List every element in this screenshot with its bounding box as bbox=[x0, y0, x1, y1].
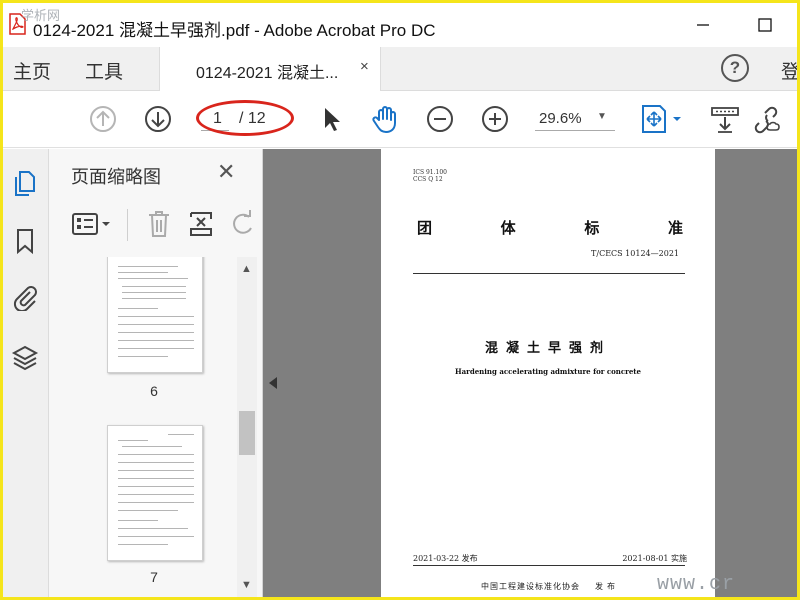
standard-heading: 团 体 标 准 bbox=[417, 217, 683, 238]
thumbnail-list: 6 7 bbox=[49, 257, 237, 597]
zoom-dropdown[interactable]: 29.6% ▼ bbox=[535, 107, 615, 131]
highlight-oval bbox=[196, 100, 294, 136]
ics-code: ICS 91.100 CCS Q 12 bbox=[413, 169, 447, 183]
title-bar: 学析网 0124-2021 混凝土早强剂.pdf - Adobe Acrobat… bbox=[3, 3, 797, 47]
select-cursor-icon[interactable] bbox=[315, 103, 347, 135]
zoom-out-icon[interactable] bbox=[424, 103, 456, 135]
heading-char: 体 bbox=[500, 219, 516, 237]
heading-char: 标 bbox=[584, 219, 600, 237]
maximize-icon[interactable] bbox=[753, 13, 777, 37]
help-button[interactable]: ? bbox=[721, 54, 749, 82]
panel-title: 页面缩略图 bbox=[71, 167, 161, 187]
document-viewer: ICS 91.100 CCS Q 12 团 体 标 准 T/CECS 10124… bbox=[263, 149, 797, 597]
chevron-up-icon[interactable]: ▲ bbox=[241, 263, 252, 275]
zoom-value: 29.6% bbox=[539, 110, 582, 127]
scrollbar-thumb[interactable] bbox=[239, 411, 255, 455]
thumbnail-page[interactable] bbox=[107, 425, 203, 561]
hand-tool-icon[interactable] bbox=[370, 103, 402, 135]
tools-menu[interactable]: 工具 bbox=[85, 57, 123, 84]
document-title: 混凝土早强剂 bbox=[484, 341, 611, 356]
pdf-page: ICS 91.100 CCS Q 12 团 体 标 准 T/CECS 10124… bbox=[381, 149, 715, 597]
collapse-panel-icon[interactable] bbox=[269, 377, 277, 389]
thumbnail-page-number: 6 bbox=[150, 383, 158, 399]
ccs-line: CCS Q 12 bbox=[413, 176, 443, 183]
rotate-icon[interactable] bbox=[227, 209, 257, 239]
thumbnails-panel: 页面缩略图 ✕ 6 7 ▲ ▼ bbox=[49, 149, 263, 597]
window-title: 0124-2021 混凝土早强剂.pdf - Adobe Acrobat Pro… bbox=[33, 21, 436, 40]
chevron-down-icon: ▼ bbox=[597, 111, 607, 122]
home-menu[interactable]: 主页 bbox=[13, 57, 51, 84]
document-tab-label: 0124-2021 混凝土... bbox=[196, 65, 339, 82]
minimize-icon[interactable] bbox=[691, 13, 715, 37]
thumbnail-page-number: 7 bbox=[150, 569, 158, 585]
thumbnail-page[interactable] bbox=[107, 257, 203, 373]
prev-page-icon[interactable] bbox=[87, 103, 119, 135]
bookmark-icon[interactable] bbox=[11, 227, 39, 255]
thumbnail-options-icon[interactable] bbox=[71, 211, 115, 239]
watermark-bottom: www.cr bbox=[657, 573, 736, 596]
implement-date: 2021-08-01 实施 bbox=[622, 554, 687, 563]
thumbnail-scrollbar[interactable]: ▲ ▼ bbox=[237, 257, 257, 597]
footer-rule bbox=[413, 565, 685, 566]
document-tab[interactable]: 0124-2021 混凝土... × bbox=[159, 47, 381, 91]
toolbar-divider bbox=[127, 209, 128, 241]
ics-line: ICS 91.100 bbox=[413, 169, 447, 176]
delete-icon[interactable] bbox=[145, 209, 173, 239]
toolbar bbox=[3, 92, 797, 148]
layers-icon[interactable] bbox=[11, 343, 39, 371]
header-rule bbox=[413, 273, 685, 274]
fit-page-icon[interactable] bbox=[639, 103, 685, 135]
zoom-in-icon[interactable] bbox=[479, 103, 511, 135]
attachment-icon[interactable] bbox=[11, 283, 39, 311]
issue-date: 2021-03-22 发布 bbox=[413, 554, 478, 563]
login-button[interactable]: 登 bbox=[781, 57, 797, 84]
standard-code: T/CECS 10124—2021 bbox=[591, 249, 679, 258]
heading-char: 团 bbox=[417, 219, 433, 237]
publisher: 中国工程建设标准化协会 bbox=[481, 582, 580, 591]
share-link-icon[interactable] bbox=[751, 103, 783, 135]
document-subtitle: Hardening accelerating admixture for con… bbox=[454, 367, 641, 376]
published-label: 发布 bbox=[595, 582, 619, 591]
scroll-mode-icon[interactable] bbox=[709, 103, 741, 135]
tab-close-button[interactable]: × bbox=[360, 58, 369, 75]
app-window: 学析网 0124-2021 混凝土早强剂.pdf - Adobe Acrobat… bbox=[0, 0, 800, 600]
next-page-icon[interactable] bbox=[142, 103, 174, 135]
chevron-down-icon[interactable]: ▼ bbox=[241, 579, 252, 591]
heading-char: 准 bbox=[667, 219, 683, 237]
left-rail bbox=[3, 149, 49, 597]
panel-toolbar bbox=[49, 201, 263, 251]
extract-icon[interactable] bbox=[187, 209, 217, 239]
panel-close-button[interactable]: ✕ bbox=[217, 159, 235, 185]
menu-tab-bar: 主页 工具 0124-2021 混凝土... × ? 登 bbox=[3, 47, 797, 91]
page-thumbnails-icon[interactable] bbox=[11, 169, 39, 197]
